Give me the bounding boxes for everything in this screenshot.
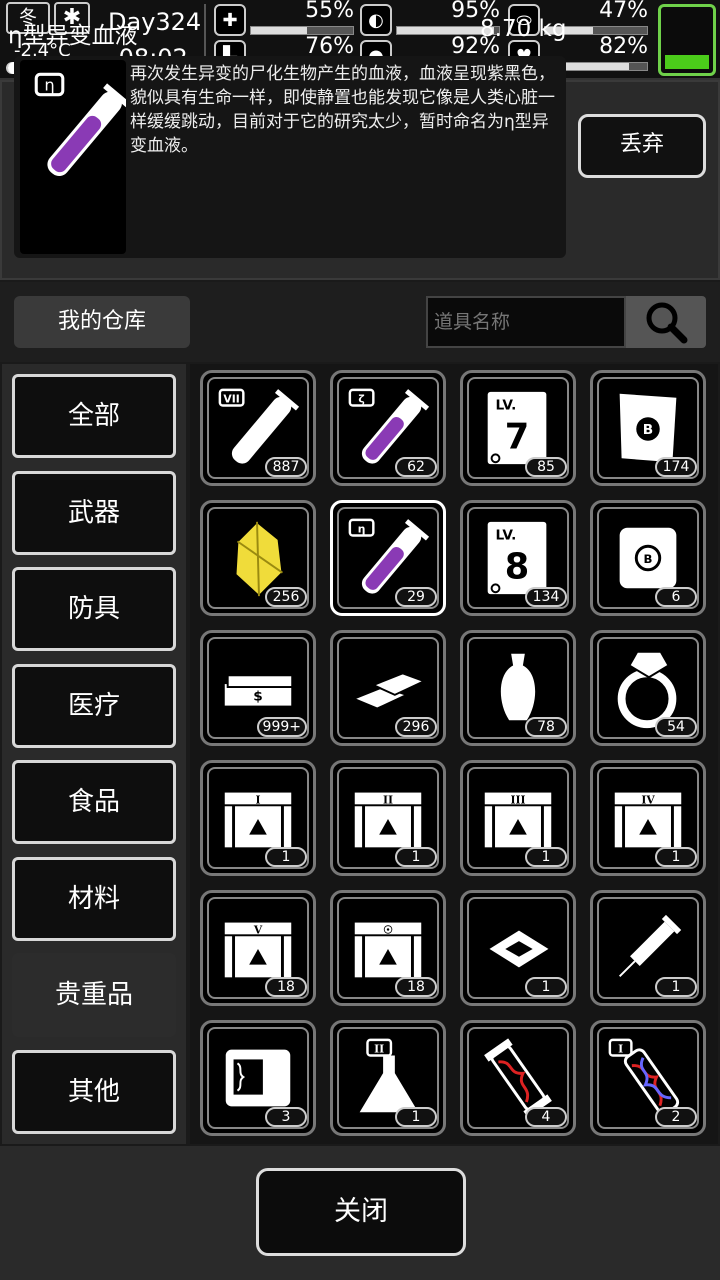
svg-text:η: η bbox=[44, 76, 54, 95]
item-slot[interactable]: B6 bbox=[590, 500, 706, 616]
item-slot[interactable]: I1 bbox=[200, 760, 316, 876]
item-count: 1 bbox=[655, 977, 697, 997]
item-count: 78 bbox=[525, 717, 567, 737]
item-slot[interactable]: B 174 bbox=[590, 370, 706, 486]
item-count: 134 bbox=[525, 587, 567, 607]
svg-text:8: 8 bbox=[505, 547, 529, 588]
item-count: 18 bbox=[265, 977, 307, 997]
svg-text:I: I bbox=[618, 1043, 623, 1056]
item-slot[interactable]: VII 887 bbox=[200, 370, 316, 486]
search-button[interactable] bbox=[626, 296, 706, 348]
item-count: 174 bbox=[655, 457, 697, 477]
stat-meter: ✚ 55% bbox=[214, 0, 354, 36]
item-slot[interactable]: 296 bbox=[330, 630, 446, 746]
item-slot[interactable]: V 18 bbox=[200, 890, 316, 1006]
item-count: 85 bbox=[525, 457, 567, 477]
item-count: 6 bbox=[655, 587, 697, 607]
svg-text:B: B bbox=[644, 552, 653, 566]
item-count: 887 bbox=[265, 457, 307, 477]
medkit-icon: ✚ bbox=[214, 4, 246, 36]
svg-text:B: B bbox=[643, 422, 653, 438]
close-button[interactable]: 关闭 bbox=[256, 1168, 466, 1256]
svg-text:LV.: LV. bbox=[496, 397, 517, 413]
item-count: 4 bbox=[525, 1107, 567, 1127]
stomach-icon: ◐ bbox=[360, 4, 392, 36]
item-slot[interactable]: I2 bbox=[590, 1020, 706, 1136]
svg-text:V: V bbox=[253, 923, 263, 936]
warehouse-title: 我的仓库 bbox=[14, 296, 190, 348]
item-count: 999+ bbox=[256, 717, 307, 737]
item-count: 1 bbox=[655, 847, 697, 867]
item-slot[interactable]: II 1 bbox=[330, 1020, 446, 1136]
svg-text:VII: VII bbox=[223, 393, 239, 406]
search-icon bbox=[646, 302, 688, 344]
item-weight: 8.70 kg bbox=[480, 16, 567, 42]
svg-text:II: II bbox=[383, 793, 393, 806]
item-slot[interactable]: 3 bbox=[200, 1020, 316, 1136]
item-count: 29 bbox=[395, 587, 437, 607]
category-tab[interactable]: 其他 bbox=[12, 1049, 176, 1134]
svg-text:$: $ bbox=[253, 689, 263, 705]
item-slot[interactable]: 4 bbox=[460, 1020, 576, 1136]
category-tab[interactable]: 全部 bbox=[12, 374, 176, 458]
battery-icon bbox=[658, 4, 716, 76]
item-slot[interactable]: ☉ 18 bbox=[330, 890, 446, 1006]
item-count: 3 bbox=[265, 1107, 307, 1127]
svg-text:LV.: LV. bbox=[496, 527, 517, 543]
svg-text:III: III bbox=[510, 793, 525, 806]
item-count: 2 bbox=[655, 1107, 697, 1127]
item-count: 1 bbox=[395, 847, 437, 867]
stat-percent: 82% bbox=[599, 34, 648, 59]
stat-percent: 55% bbox=[305, 0, 354, 23]
item-count: 1 bbox=[525, 977, 567, 997]
item-count: 18 bbox=[395, 977, 437, 997]
discard-button[interactable]: 丢弃 bbox=[578, 114, 706, 178]
svg-text:7: 7 bbox=[505, 417, 529, 458]
svg-text:II: II bbox=[374, 1043, 384, 1056]
item-name: η型异变血液 bbox=[8, 23, 138, 49]
item-count: 296 bbox=[395, 717, 437, 737]
category-tab[interactable]: 医疗 bbox=[12, 663, 176, 748]
category-tab[interactable]: 防具 bbox=[12, 567, 176, 651]
category-tab[interactable]: 武器 bbox=[12, 470, 176, 555]
svg-text:η: η bbox=[358, 523, 366, 536]
item-slot[interactable]: $999+ bbox=[200, 630, 316, 746]
item-slot[interactable]: ζ 62 bbox=[330, 370, 446, 486]
item-count: 54 bbox=[655, 717, 697, 737]
item-count: 1 bbox=[265, 847, 307, 867]
item-slot[interactable]: IV 1 bbox=[590, 760, 706, 876]
search-input[interactable] bbox=[426, 296, 626, 348]
category-tab[interactable]: 贵重品 bbox=[12, 953, 176, 1037]
category-tab[interactable]: 材料 bbox=[12, 856, 176, 941]
stat-meter: ◐ 95% bbox=[360, 0, 500, 36]
eta-vial-icon: η bbox=[20, 60, 131, 254]
item-count: 1 bbox=[395, 1107, 437, 1127]
item-description: 再次发生异变的尸化生物产生的血液，血液呈现紫黑色，貌似具有生命一样，即使静置也能… bbox=[130, 64, 555, 156]
svg-text:ζ: ζ bbox=[358, 393, 364, 406]
svg-text:I: I bbox=[255, 793, 260, 806]
item-slot[interactable]: 256 bbox=[200, 500, 316, 616]
item-count: 256 bbox=[265, 587, 307, 607]
item-slot[interactable]: III 1 bbox=[460, 760, 576, 876]
item-slot[interactable]: LV. 7 85 bbox=[460, 370, 576, 486]
category-tab[interactable]: 食品 bbox=[12, 760, 176, 844]
item-slot[interactable]: η 29 bbox=[330, 500, 446, 616]
item-slot[interactable]: LV. 8 134 bbox=[460, 500, 576, 616]
item-slot[interactable]: II 1 bbox=[330, 760, 446, 876]
stat-percent: 47% bbox=[599, 0, 648, 23]
item-count: 1 bbox=[525, 847, 567, 867]
item-slot[interactable]: 1 bbox=[590, 890, 706, 1006]
svg-text:IV: IV bbox=[641, 793, 655, 806]
item-slot[interactable]: 54 bbox=[590, 630, 706, 746]
item-slot[interactable]: 78 bbox=[460, 630, 576, 746]
svg-text:☉: ☉ bbox=[383, 923, 393, 936]
item-slot[interactable]: 1 bbox=[460, 890, 576, 1006]
item-count: 62 bbox=[395, 457, 437, 477]
